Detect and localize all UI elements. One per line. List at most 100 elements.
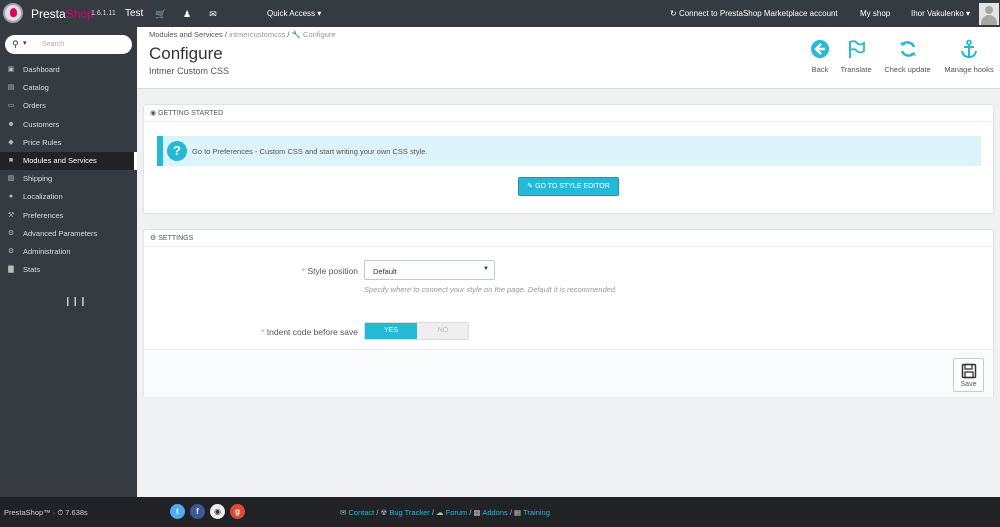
- cart-icon[interactable]: 🛒: [155, 9, 167, 19]
- cogs-icon: ⚙: [150, 235, 159, 242]
- price-rules-icon: ◆: [8, 138, 14, 146]
- sidebar-item-preferences[interactable]: ⚒ Preferences: [0, 207, 137, 225]
- avatar[interactable]: [979, 3, 999, 25]
- sidebar-item-dashboard[interactable]: ▣ Dashboard: [0, 61, 137, 79]
- edit-icon: ✎: [527, 183, 536, 190]
- training-link[interactable]: Training: [523, 508, 550, 517]
- sidebar-item-label: Stats: [23, 265, 41, 275]
- style-position-select[interactable]: Default ▼: [364, 260, 495, 280]
- save-button[interactable]: Save: [953, 358, 984, 392]
- alert-text: Go to Preferences - Custom CSS and start…: [192, 147, 428, 156]
- my-shop-link[interactable]: My shop: [860, 9, 890, 18]
- sidebar-item-administration[interactable]: ⚙ Administration: [0, 243, 137, 261]
- label-text: Style position: [307, 266, 358, 276]
- sidebar-item-stats[interactable]: ▇ Stats: [0, 261, 137, 279]
- github-icon[interactable]: ◉: [210, 504, 225, 519]
- floppy-disk-icon: [961, 363, 976, 379]
- sidebar-item-label: Customers: [23, 119, 60, 129]
- wrench-icon: 🔧: [291, 30, 304, 39]
- sidebar-item-customers[interactable]: ☻ Customers: [0, 116, 137, 134]
- sidebar-item-label: Catalog: [23, 83, 49, 93]
- marketplace-connect-link[interactable]: ↻ Connect to PrestaShop Marketplace acco…: [670, 9, 838, 18]
- breadcrumb-modules[interactable]: Modules and Services: [149, 30, 223, 39]
- search-box[interactable]: ⚲ ▾ Search: [5, 35, 132, 54]
- sidebar-item-modules[interactable]: ■ Modules and Services: [0, 151, 137, 171]
- sidebar-item-shipping[interactable]: ▨ Shipping: [0, 170, 137, 188]
- indent-code-toggle[interactable]: YES NO: [364, 322, 469, 340]
- orders-icon: ▭: [7, 102, 15, 110]
- sidebar-item-label: Localization: [23, 192, 63, 202]
- localization-icon: ●: [8, 193, 14, 201]
- translate-button[interactable]: Translate: [838, 39, 874, 74]
- button-label: GO TO STYLE EDITOR: [535, 183, 610, 190]
- flag-icon: [849, 40, 865, 58]
- advanced-parameters-icon: ⚙: [7, 229, 15, 237]
- brand-name[interactable]: PrestaShop: [31, 7, 94, 21]
- sidebar-item-localization[interactable]: ● Localization: [0, 188, 137, 206]
- bug-icon: ☢: [380, 508, 390, 517]
- preferences-icon: ⚒: [7, 211, 15, 219]
- footer-links: ✉ Contact / ☢ Bug Tracker / ☁ Forum / ▩ …: [340, 508, 550, 517]
- twitter-icon[interactable]: t: [170, 504, 185, 519]
- user-icon[interactable]: ♟: [181, 9, 193, 19]
- search-input[interactable]: Search: [42, 41, 64, 48]
- user-menu[interactable]: Ihor Vakulenko ▾: [911, 9, 970, 18]
- forum-link[interactable]: Forum: [446, 508, 468, 517]
- sidebar-menu: ▣ Dashboard ▤ Catalog ▭ Orders ☻ Customers ◆…: [0, 61, 137, 279]
- contact-link[interactable]: Contact: [348, 508, 374, 517]
- panel-footer: Save: [144, 349, 993, 397]
- page-header: Modules and Services / intmercustomcss /…: [137, 27, 1000, 89]
- stats-icon: ▇: [8, 266, 14, 274]
- sidebar-item-orders[interactable]: ▭ Orders: [0, 97, 137, 115]
- refresh-icon: [899, 41, 916, 57]
- go-to-style-editor-button[interactable]: ✎ GO TO STYLE EDITOR: [518, 177, 619, 196]
- catalog-icon: ▤: [7, 84, 15, 92]
- check-update-button[interactable]: Check update: [881, 39, 934, 74]
- manage-hooks-button[interactable]: Manage hooks: [941, 39, 997, 74]
- prestashop-logo[interactable]: [3, 3, 23, 23]
- eye-icon: ◉: [150, 110, 159, 117]
- search-icon[interactable]: ⚲: [12, 39, 19, 50]
- toggle-yes[interactable]: YES: [365, 323, 417, 339]
- sidebar-item-price-rules[interactable]: ◆ Price Rules: [0, 134, 137, 152]
- panel-heading: ⚙ SETTINGS: [144, 230, 993, 247]
- sidebar-collapse-icon[interactable]: ❙❙❙: [64, 296, 87, 307]
- facebook-icon[interactable]: f: [190, 504, 205, 519]
- back-label: Back: [811, 65, 829, 74]
- back-button[interactable]: Back: [809, 39, 831, 74]
- top-bar: PrestaShop 1.6.1.11 Test 🛒 ♟ ✉ Quick Acc…: [0, 0, 1000, 27]
- modules-icon: ■: [8, 156, 14, 164]
- comments-icon: ☁: [436, 508, 446, 517]
- question-icon: ?: [167, 141, 187, 161]
- sidebar-item-catalog[interactable]: ▤ Catalog: [0, 79, 137, 97]
- sidebar-item-label: Administration: [23, 246, 71, 256]
- bug-tracker-link[interactable]: Bug Tracker: [389, 508, 429, 517]
- dashboard-icon: ▣: [7, 66, 15, 73]
- sidebar-item-advanced-parameters[interactable]: ⚙ Advanced Parameters: [0, 225, 137, 243]
- panel-heading-text: SETTINGS: [158, 235, 194, 242]
- quick-access-dropdown[interactable]: Quick Access ▾: [267, 9, 321, 18]
- shop-name-link[interactable]: Test: [125, 8, 143, 19]
- style-position-label: * Style position: [204, 266, 358, 276]
- chevron-down-icon: ▼: [483, 266, 489, 272]
- footer: PrestaShop™ · ⏱ 7.638s t f ◉ g ✉ Contact…: [0, 497, 1000, 527]
- settings-panel: ⚙ SETTINGS * Style position Default ▼ Sp…: [143, 229, 994, 397]
- indent-code-label: * Indent code before save: [184, 327, 358, 337]
- brand-shop: Shop: [65, 7, 94, 21]
- breadcrumb-module[interactable]: intmercustomcss: [229, 30, 285, 39]
- select-value: Default: [373, 267, 397, 276]
- google-plus-icon[interactable]: g: [230, 504, 245, 519]
- shipping-icon: ▨: [7, 175, 15, 183]
- envelope-icon[interactable]: ✉: [207, 9, 219, 19]
- sidebar-item-label: Orders: [23, 101, 46, 111]
- arrow-left-circle-icon: [811, 40, 829, 58]
- sidebar-item-label: Price Rules: [23, 137, 62, 147]
- translate-label: Translate: [840, 65, 872, 74]
- addons-link[interactable]: Addons: [482, 508, 507, 517]
- sidebar-item-label: Shipping: [23, 174, 53, 184]
- toggle-no[interactable]: NO: [417, 323, 469, 339]
- sidebar-item-label: Modules and Services: [23, 155, 97, 165]
- administration-icon: ⚙: [7, 247, 15, 255]
- chevron-down-icon[interactable]: ▾: [23, 39, 27, 47]
- save-label: Save: [960, 381, 977, 388]
